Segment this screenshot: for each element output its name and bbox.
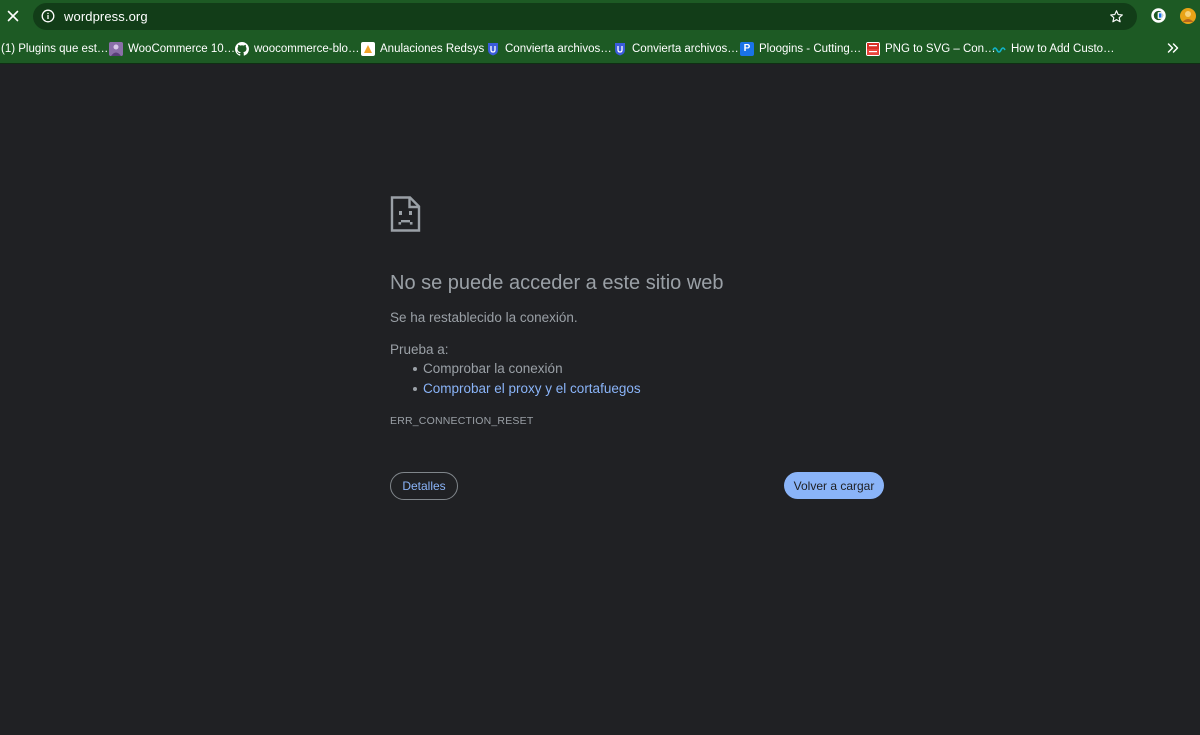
redsys-icon (361, 42, 375, 56)
reload-button[interactable]: Volver a cargar (784, 472, 884, 499)
bookmark-item[interactable]: woocommerce-blo… (235, 41, 359, 57)
bookmark-item[interactable]: WooCommerce 10… (109, 41, 235, 57)
suggestion-item: Comprobar la conexión (390, 360, 641, 380)
bookmark-label: How to Add Custo… (1011, 43, 1115, 55)
profile-avatar[interactable] (1180, 8, 1196, 24)
github-icon (235, 42, 249, 56)
bookmark-item[interactable]: PNG to SVG – Con… (866, 41, 996, 57)
extension-icon[interactable] (1150, 7, 1167, 24)
bookmark-label: Anulaciones Redsys (380, 43, 485, 55)
suggestion-text: Comprobar la conexión (423, 361, 563, 376)
bookmark-item[interactable]: Convierta archivos… (613, 41, 739, 57)
bookmark-item[interactable]: Convierta archivos… (486, 41, 612, 57)
convert-shield-icon (613, 42, 627, 56)
bookmark-item[interactable]: Anulaciones Redsys (361, 41, 484, 57)
bookmark-item[interactable]: P Ploogins - Cutting… (740, 41, 861, 57)
suggestions-list: Comprobar la conexión Comprobar el proxy… (390, 360, 641, 400)
bookmark-label: WooCommerce 10… (128, 43, 236, 55)
bookmark-label: PNG to SVG – Con… (885, 43, 996, 55)
bookmark-label: Convierta archivos… (632, 43, 739, 55)
convert-shield-icon (486, 42, 500, 56)
bookmark-item[interactable]: (1) Plugins que est… (1, 41, 108, 57)
star-icon[interactable] (1109, 9, 1124, 24)
close-icon[interactable] (3, 6, 23, 26)
woocommerce-avatar-icon (109, 42, 123, 56)
error-subtitle: Se ha restablecido la conexión. (390, 310, 578, 325)
sad-page-icon (390, 196, 421, 232)
error-code: ERR_CONNECTION_RESET (390, 415, 534, 427)
bookmark-label: woocommerce-blo… (254, 43, 360, 55)
details-button[interactable]: Detalles (390, 472, 458, 500)
suggestion-item[interactable]: Comprobar el proxy y el cortafuegos (390, 380, 641, 400)
ploogins-icon: P (740, 42, 754, 56)
wave-icon (992, 42, 1006, 56)
proxy-firewall-link[interactable]: Comprobar el proxy y el cortafuegos (423, 381, 641, 396)
browser-toolbar: wordpress.org (0, 0, 1200, 33)
png-svg-icon (866, 42, 880, 56)
url-text[interactable]: wordpress.org (64, 8, 148, 25)
info-icon[interactable] (41, 9, 55, 23)
bookmark-item[interactable]: How to Add Custo… (992, 41, 1115, 57)
suggestions-label: Prueba a: (390, 342, 449, 357)
bookmark-label: Ploogins - Cutting… (759, 43, 862, 55)
error-title: No se puede acceder a este sitio web (390, 272, 724, 294)
bookmark-label: (1) Plugins que est… (1, 43, 109, 55)
bookmarks-bar: (1) Plugins que est… WooCommerce 10… woo… (0, 33, 1200, 64)
bookmark-label: Convierta archivos… (505, 43, 612, 55)
address-bar[interactable]: wordpress.org (33, 3, 1137, 30)
chevron-double-right-icon[interactable] (1165, 40, 1181, 56)
